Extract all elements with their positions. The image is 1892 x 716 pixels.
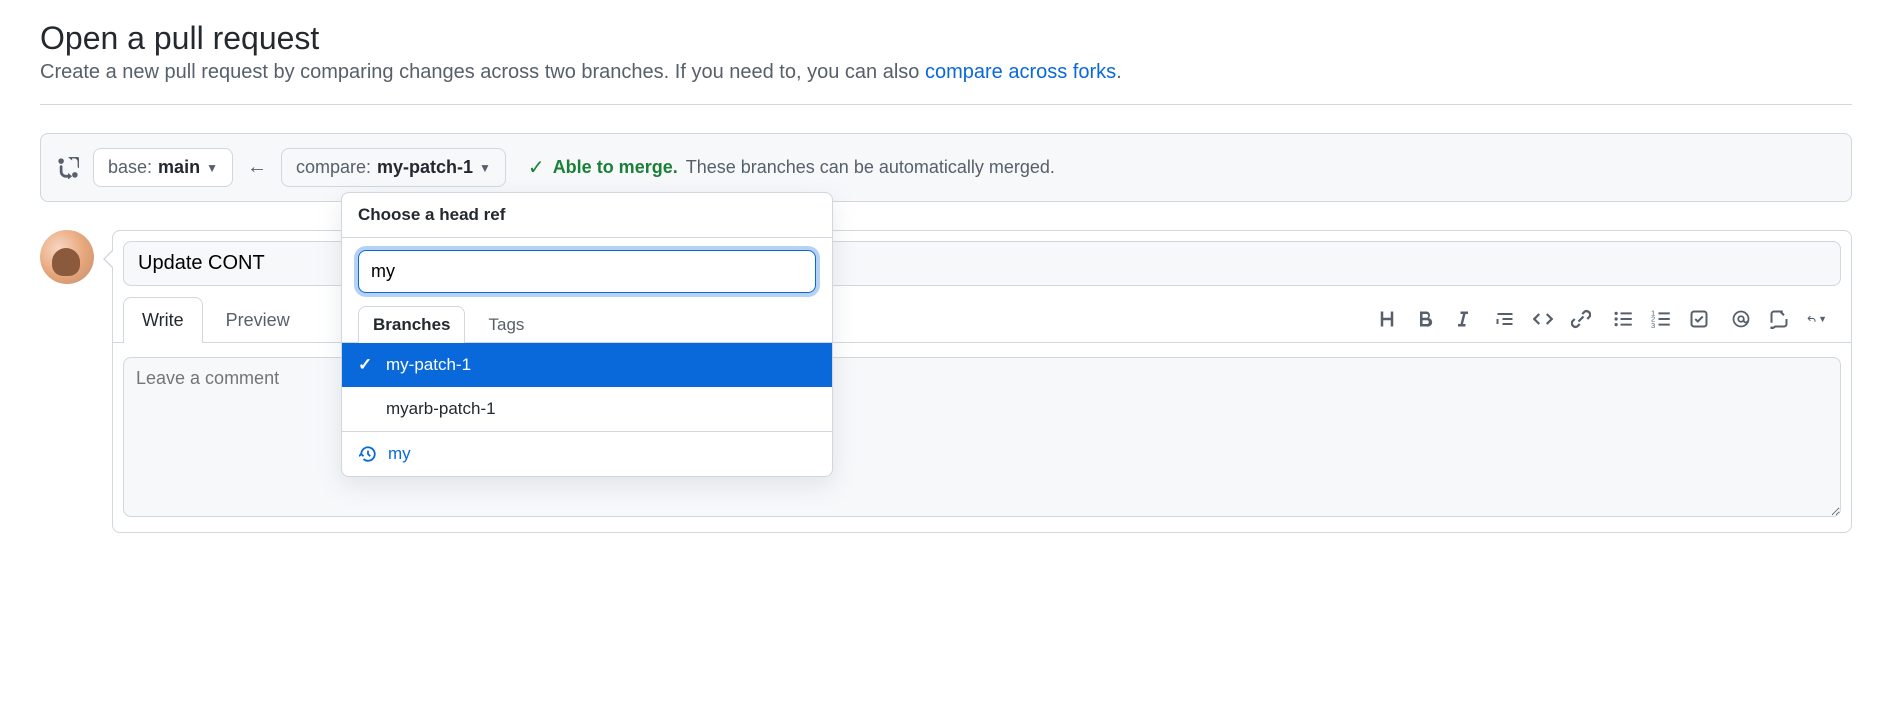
popover-create-ref[interactable]: my — [342, 431, 832, 476]
ref-list: my-patch-1 myarb-patch-1 — [342, 343, 832, 431]
reply-icon[interactable]: ▼ — [1807, 309, 1827, 329]
base-value: main — [158, 157, 200, 178]
editor-row: Write Preview 123 — [40, 230, 1852, 533]
head-ref-popover: Choose a head ref Branches Tags my-patch… — [341, 192, 833, 477]
unordered-list-icon[interactable] — [1613, 309, 1633, 329]
tasklist-icon[interactable] — [1689, 309, 1709, 329]
popover-title: Choose a head ref — [342, 193, 832, 238]
popover-tabs: Branches Tags — [342, 305, 832, 343]
base-branch-button[interactable]: base: main ▼ — [93, 148, 233, 187]
compare-label: compare: — [296, 157, 371, 178]
tags-tab[interactable]: Tags — [473, 306, 539, 343]
check-icon: ✓ — [528, 155, 545, 180]
ref-item[interactable]: my-patch-1 — [342, 343, 832, 387]
heading-icon[interactable] — [1377, 309, 1397, 329]
subtitle-suffix: . — [1116, 61, 1122, 83]
page-title: Open a pull request — [40, 20, 1852, 57]
ref-search-input[interactable] — [358, 250, 816, 293]
merge-rest-text: These branches can be automatically merg… — [686, 157, 1055, 178]
compare-branch-button[interactable]: compare: my-patch-1 ▼ — [281, 148, 506, 187]
cross-reference-icon[interactable] — [1769, 309, 1789, 329]
editor-toolbar: 123 ▼ — [1377, 309, 1841, 329]
merge-able-text: Able to merge. — [553, 157, 678, 178]
compare-value: my-patch-1 — [377, 157, 473, 178]
link-icon[interactable] — [1571, 309, 1591, 329]
base-label: base: — [108, 157, 152, 178]
avatar[interactable] — [40, 230, 94, 284]
divider — [40, 104, 1852, 105]
caret-down-icon: ▼ — [479, 161, 491, 175]
git-compare-icon — [57, 157, 79, 179]
caret-down-icon: ▼ — [206, 161, 218, 175]
italic-icon[interactable] — [1453, 309, 1473, 329]
branches-tab[interactable]: Branches — [358, 306, 465, 343]
history-icon — [358, 444, 378, 464]
page-subtitle: Create a new pull request by comparing c… — [40, 61, 1852, 84]
merge-status: ✓ Able to merge. These branches can be a… — [528, 155, 1055, 180]
write-tab[interactable]: Write — [123, 297, 203, 343]
svg-text:3: 3 — [1651, 321, 1655, 329]
subtitle-text: Create a new pull request by comparing c… — [40, 61, 925, 83]
ordered-list-icon[interactable]: 123 — [1651, 309, 1671, 329]
compare-across-forks-link[interactable]: compare across forks — [925, 61, 1116, 83]
popover-footer-text: my — [388, 444, 411, 464]
quote-icon[interactable] — [1495, 309, 1515, 329]
branch-comparison-bar: base: main ▼ ← compare: my-patch-1 ▼ ✓ A… — [40, 133, 1852, 202]
mention-icon[interactable] — [1731, 309, 1751, 329]
ref-item[interactable]: myarb-patch-1 — [342, 387, 832, 431]
bold-icon[interactable] — [1415, 309, 1435, 329]
code-icon[interactable] — [1533, 309, 1553, 329]
popover-search-wrap — [342, 238, 832, 305]
arrow-left-icon: ← — [247, 156, 267, 179]
preview-tab[interactable]: Preview — [207, 297, 309, 343]
